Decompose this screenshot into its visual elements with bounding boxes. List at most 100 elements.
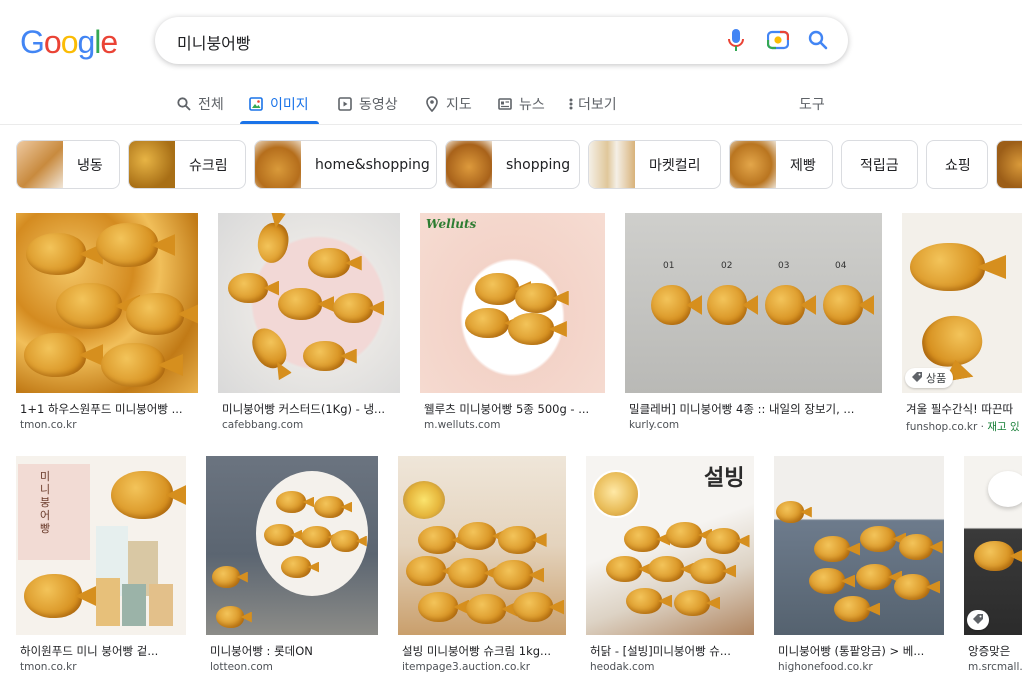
result-image[interactable] (774, 456, 944, 635)
result-image[interactable] (206, 456, 378, 635)
result-caption[interactable]: 1+1 하우스원푸드 미니붕어빵 ... (20, 401, 198, 417)
image-result[interactable]: 01 02 03 04 밀클레버] 미니붕어빵 4종 :: 내일의 장보기, .… (625, 213, 882, 435)
search-tabs: 전체 이미지 동영상 지도 뉴스 더보기 도구 (0, 84, 1022, 125)
result-source[interactable]: heodak.com (590, 661, 654, 673)
product-badge: 상품 (905, 368, 954, 388)
image-result[interactable]: 설빙 허닭 - [설빙]미니붕어빵 슈... heodak.com (586, 456, 754, 678)
tab-news[interactable]: 뉴스 (497, 84, 545, 124)
result-caption[interactable]: 미니붕어빵 커스터드(1Kg) - 냉... (222, 401, 400, 417)
result-caption[interactable]: 허닭 - [설빙]미니붕어빵 슈... (590, 643, 754, 659)
result-image[interactable] (218, 213, 400, 393)
result-image[interactable]: 설빙 (586, 456, 754, 635)
result-caption[interactable]: 하이원푸드 미니 붕어빵 겉... (20, 643, 186, 659)
result-source[interactable]: lotteon.com (210, 661, 273, 673)
image-result[interactable]: Welluts 웰루츠 미니붕어빵 5종 500g - ... m.wellut… (420, 213, 605, 435)
result-source: funshop.co.kr (906, 421, 978, 433)
result-image[interactable]: Welluts (420, 213, 605, 393)
result-source[interactable]: tmon.co.kr (20, 419, 77, 431)
tab-label: 더보기 (578, 97, 617, 113)
box-text: 미니붕어빵 (40, 470, 51, 535)
chip-thumbnail (997, 141, 1022, 188)
video-icon (337, 96, 353, 112)
chip-frozen[interactable]: 냉동 (16, 140, 120, 189)
result-image[interactable]: 미니붕어빵 (16, 456, 186, 635)
chip-home-shopping[interactable]: home&shopping (254, 140, 437, 189)
result-caption[interactable]: 미니붕어빵 : 롯데ON (210, 643, 378, 659)
badge-label: 상품 (926, 372, 947, 385)
chip-cream[interactable]: 슈크림 (128, 140, 246, 189)
step-label: 03 (778, 261, 790, 271)
tab-label: 뉴스 (519, 97, 545, 113)
search-box[interactable]: 미니붕어빵 (155, 17, 848, 64)
chip-more[interactable] (996, 140, 1022, 189)
result-image[interactable] (16, 213, 198, 393)
result-source[interactable]: tmon.co.kr (20, 661, 77, 673)
image-result[interactable]: 미니붕어빵 : 롯데ON lotteon.com (206, 456, 378, 678)
chip-label: 쇼핑 (945, 157, 971, 174)
tag-icon (973, 613, 983, 627)
camera-lens-icon[interactable] (766, 28, 790, 52)
google-logo[interactable]: Google (20, 24, 118, 61)
image-result[interactable]: 앙증맞은 m.srcmall. (964, 456, 1022, 678)
result-image[interactable] (964, 456, 1022, 635)
chip-label: 적립금 (860, 157, 899, 174)
chip-label: 마켓컬리 (649, 157, 701, 174)
search-icon (176, 96, 192, 112)
chip-thumbnail (255, 141, 301, 188)
chip-market-kurly[interactable]: 마켓컬리 (588, 140, 721, 189)
rice-bowl (988, 471, 1022, 507)
tab-images[interactable]: 이미지 (240, 84, 319, 124)
image-result[interactable]: 미니붕어빵 커스터드(1Kg) - 냉... cafebbang.com (218, 213, 400, 435)
step-label: 04 (835, 261, 847, 271)
result-caption[interactable]: 앙증맞은 (968, 643, 1022, 659)
chip-thumbnail (589, 141, 635, 188)
result-source[interactable]: m.srcmall. (968, 661, 1022, 673)
result-source[interactable]: itempage3.auction.co.kr (402, 661, 530, 673)
image-result[interactable]: 미니붕어빵 하이원푸드 미니 붕어빵 겉... tmon.co.kr (16, 456, 186, 678)
more-vert-icon (568, 96, 574, 112)
product-box (122, 584, 146, 626)
step-label: 01 (663, 261, 675, 271)
tools-button[interactable]: 도구 (799, 84, 825, 124)
microphone-icon[interactable] (724, 28, 748, 52)
result-image[interactable] (398, 456, 566, 635)
image-result[interactable]: 미니붕어빵 (통팥앙금) > 베... highonefood.co.kr (774, 456, 944, 678)
tab-label: 지도 (446, 97, 472, 113)
chip-shopping-kr[interactable]: 쇼핑 (926, 140, 988, 189)
product-badge (967, 610, 989, 630)
image-result[interactable]: 상품 겨울 필수간식! 따끈따 funshop.co.kr · 재고 있 (902, 213, 1022, 435)
image-result[interactable]: 1+1 하우스원푸드 미니붕어빵 ... tmon.co.kr (16, 213, 198, 435)
search-input[interactable]: 미니붕어빵 (177, 30, 251, 54)
product-box (96, 578, 120, 626)
tab-label: 동영상 (359, 97, 398, 113)
chip-label: 제빵 (790, 157, 816, 174)
chip-thumbnail (129, 141, 175, 188)
result-source[interactable]: m.welluts.com (424, 419, 500, 431)
result-source[interactable]: cafebbang.com (222, 419, 303, 431)
chip-label: shopping (506, 156, 571, 173)
result-image[interactable]: 상품 (902, 213, 1022, 393)
chip-baking[interactable]: 제빵 (729, 140, 833, 189)
result-image[interactable]: 01 02 03 04 (625, 213, 882, 393)
result-caption[interactable]: 웰루츠 미니붕어빵 5종 500g - ... (424, 401, 605, 417)
tab-more[interactable]: 더보기 (568, 84, 617, 124)
stock-status: 재고 있 (987, 421, 1020, 433)
chip-label: 슈크림 (189, 157, 228, 174)
product-box (149, 584, 173, 626)
result-source[interactable]: kurly.com (629, 419, 679, 431)
result-source[interactable]: highonefood.co.kr (778, 661, 873, 673)
tab-maps[interactable]: 지도 (424, 84, 472, 124)
tab-all[interactable]: 전체 (176, 84, 224, 124)
brand-overlay: 설빙 (704, 465, 745, 491)
result-caption[interactable]: 미니붕어빵 (통팥앙금) > 베... (778, 643, 944, 659)
result-caption[interactable]: 겨울 필수간식! 따끈따 (906, 401, 1022, 417)
result-caption[interactable]: 밀클레버] 미니붕어빵 4종 :: 내일의 장보기, ... (629, 401, 882, 417)
result-source-row[interactable]: funshop.co.kr · 재고 있 (906, 419, 1022, 434)
search-icon[interactable] (806, 28, 830, 52)
chip-shopping[interactable]: shopping (445, 140, 580, 189)
chip-points[interactable]: 적립금 (841, 140, 918, 189)
image-result[interactable]: 설빙 미니붕어빵 슈크림 1kg... itempage3.auction.co… (398, 456, 566, 678)
result-caption[interactable]: 설빙 미니붕어빵 슈크림 1kg... (402, 643, 566, 659)
tab-videos[interactable]: 동영상 (337, 84, 398, 124)
cream-bowl (403, 481, 445, 519)
